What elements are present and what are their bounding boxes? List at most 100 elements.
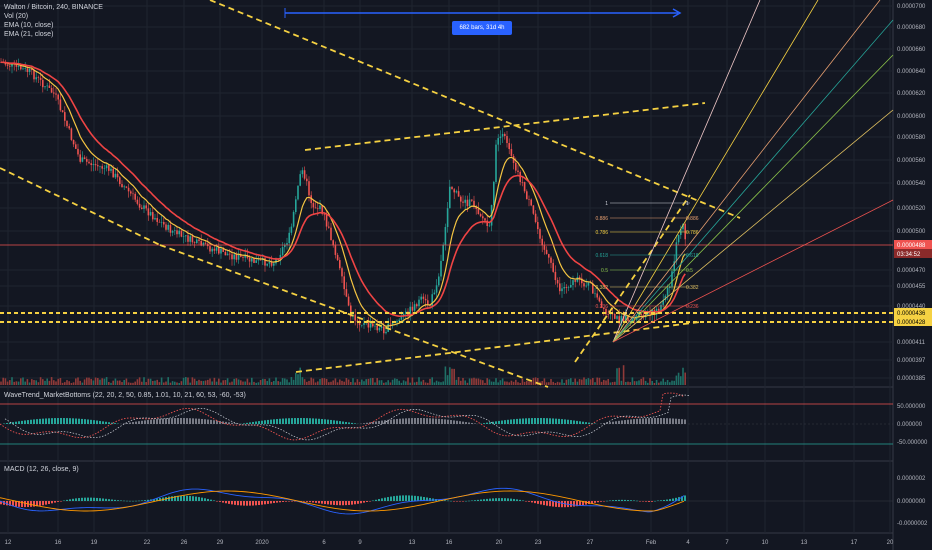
candle-body (550, 257, 552, 263)
volume-bar (262, 378, 264, 385)
fan-line (612, 0, 819, 343)
wt-histogram-bar (42, 418, 44, 424)
volume-bar (174, 381, 176, 385)
volume-bar (424, 382, 427, 385)
ema21-indicator-label[interactable]: EMA (21, close) (4, 30, 103, 39)
volume-bar (442, 381, 444, 385)
macd-histogram-bar (639, 501, 641, 502)
volume-bars (0, 365, 686, 385)
time-tick-label: 10 (762, 540, 769, 546)
volume-bar (171, 381, 174, 385)
macd-histogram-bar (465, 500, 467, 502)
volume-bar (303, 379, 306, 385)
volume-bar (438, 381, 440, 385)
macd-histogram-bar (417, 496, 419, 501)
candle-body (147, 208, 150, 216)
volume-bar (13, 381, 15, 385)
current-price-value: 0.0000488 (897, 243, 926, 249)
volume-bar (79, 380, 81, 385)
wt-histogram-bar (18, 421, 20, 424)
candle-body (218, 247, 220, 254)
time-tick-label: 13 (801, 540, 808, 546)
candle-body (158, 221, 161, 223)
countdown-value: 03:34:52 (897, 252, 921, 258)
wt-histogram-bar (33, 419, 35, 424)
fan-line (612, 19, 894, 343)
candle-body (257, 259, 260, 261)
macd-label[interactable]: MACD (12, 26, close, 9) (4, 466, 79, 473)
wt-histogram-bar (279, 418, 281, 424)
macd-histogram-bar (471, 500, 473, 501)
ema10-indicator-label[interactable]: EMA (10, close) (4, 21, 103, 30)
candle-body (420, 296, 422, 300)
volume-bar (642, 377, 645, 385)
candle-body (64, 112, 66, 121)
wt-histogram-bar (630, 419, 632, 424)
candle-body (422, 296, 425, 299)
wt-histogram-bar (612, 421, 614, 424)
candle-body (136, 199, 139, 204)
volume-bar (682, 367, 684, 385)
fan-line (612, 199, 894, 343)
macd-tick-label: -0.0000002 (897, 521, 928, 527)
candle-body (583, 283, 585, 287)
macd-histogram-bar (315, 501, 317, 503)
volume-bar (561, 379, 563, 385)
candle-body (125, 186, 128, 188)
wt-histogram-bar (306, 418, 308, 424)
macd-histogram-bar (636, 500, 638, 502)
volume-bar (130, 382, 132, 385)
volume-bar (264, 379, 266, 385)
candle-body (336, 254, 339, 261)
candle-body (68, 126, 70, 129)
wavetrend-label[interactable]: WaveTrend_MarketBottoms (22, 20, 2, 50, … (4, 392, 246, 399)
price-chart[interactable]: 1 1 0.886 0.886 0.786 0.786 0.618 0.618 0.5 0.5 0.… (0, 0, 932, 550)
volume-bar (396, 378, 398, 385)
wt-histogram-bar (354, 423, 356, 424)
volume-bar (246, 378, 249, 385)
candle-body (189, 236, 191, 242)
candle-body (614, 314, 616, 319)
symbol-title[interactable]: Walton / Bitcoin, 240, BINANCE (4, 3, 103, 12)
candle-body (488, 225, 491, 227)
volume-bar (176, 382, 178, 385)
wt-histogram-bar (138, 421, 140, 424)
fan-line (612, 54, 894, 343)
candle-body (389, 323, 392, 325)
volume-bar (528, 381, 530, 385)
macd-histogram-bar (105, 498, 107, 501)
candle-body (193, 242, 196, 244)
macd-histogram-bar (609, 500, 611, 501)
wt-histogram-bar (675, 418, 677, 424)
volume-bar (220, 382, 222, 385)
candle-body (165, 224, 167, 230)
vol-indicator-label[interactable]: Vol (20) (4, 12, 103, 21)
candle-body (347, 296, 350, 306)
wt-histogram-bar (555, 418, 557, 424)
candle-body (464, 199, 466, 203)
wt-histogram-bar (558, 418, 560, 424)
volume-bar (207, 379, 209, 385)
candle-body (596, 293, 598, 298)
price-tick-label: 0.0000411 (897, 340, 926, 346)
wt-histogram-bar (63, 418, 65, 424)
wt-histogram-bar (273, 419, 275, 424)
macd-histogram-bar (348, 501, 350, 505)
macd-histogram-bar (84, 497, 86, 501)
volume-bar (156, 379, 158, 385)
wt-histogram-bar (564, 419, 566, 424)
candle-body (616, 316, 618, 319)
volume-bar (534, 377, 537, 385)
volume-bar (592, 378, 594, 385)
volume-bar (231, 381, 233, 385)
volume-bar (666, 379, 669, 385)
volume-bar (33, 380, 35, 385)
volume-bar (154, 380, 156, 385)
macd-histogram-bar (621, 499, 623, 501)
time-tick-label: 13 (409, 540, 416, 546)
volume-bar (72, 382, 75, 385)
candle-body (6, 64, 9, 66)
macd-histogram-bar (207, 498, 209, 501)
candle-body (103, 168, 106, 169)
volume-bar (482, 380, 484, 385)
